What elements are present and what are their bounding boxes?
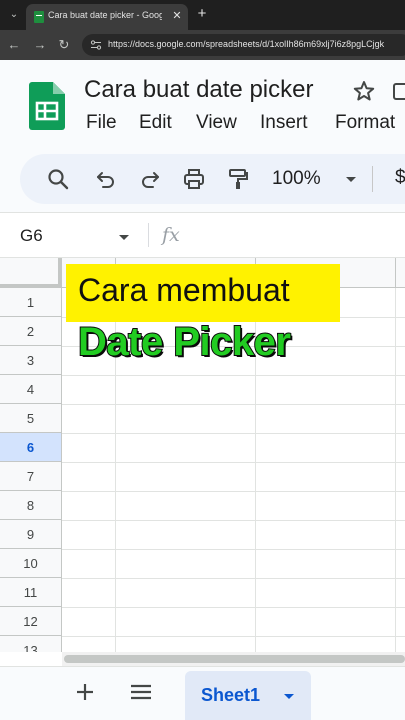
sheet-tab-dropdown-icon[interactable]: [281, 688, 297, 704]
menu-insert[interactable]: Insert: [260, 112, 308, 134]
add-sheet-icon[interactable]: [72, 679, 98, 705]
grid-line: [395, 288, 396, 652]
grid-line: [62, 462, 405, 463]
undo-icon[interactable]: [94, 167, 118, 191]
sheets-logo-icon[interactable]: [29, 82, 65, 130]
sheet-tab-label: Sheet1: [201, 685, 261, 705]
column-separator[interactable]: [395, 258, 396, 288]
new-tab-icon[interactable]: +: [194, 6, 210, 22]
paint-format-icon[interactable]: [226, 167, 250, 191]
row-header[interactable]: 8: [0, 491, 62, 520]
star-icon[interactable]: [352, 79, 376, 103]
move-folder-icon[interactable]: [392, 79, 405, 103]
row-header[interactable]: 3: [0, 346, 62, 375]
redo-icon[interactable]: [138, 167, 162, 191]
sheet-tab-sheet1[interactable]: Sheet1: [185, 671, 311, 720]
sheets-favicon-icon: [34, 11, 44, 23]
row-header[interactable]: 2: [0, 317, 62, 346]
menu-edit[interactable]: Edit: [139, 112, 172, 134]
omnibox[interactable]: https://docs.google.com/spreadsheets/d/1…: [82, 34, 405, 56]
grid-line: [62, 404, 405, 405]
row-header[interactable]: 13: [0, 636, 62, 652]
row-header[interactable]: 7: [0, 462, 62, 491]
tab-search-chevron-icon[interactable]: ⌄: [6, 6, 22, 22]
row-header[interactable]: 5: [0, 404, 62, 433]
zoom-dropdown-icon[interactable]: [340, 168, 362, 190]
grid-line: [62, 549, 405, 550]
browser-tab-strip: ⌄ Cara buat date picker - Google ✕ +: [0, 0, 405, 30]
search-icon[interactable]: [46, 167, 70, 191]
menu-format[interactable]: Format: [335, 112, 395, 134]
toolbar: 100% $: [20, 154, 405, 204]
row-header[interactable]: 9: [0, 520, 62, 549]
select-all-corner[interactable]: [0, 258, 62, 288]
toolbar-divider: [372, 166, 373, 192]
row-header[interactable]: 4: [0, 375, 62, 404]
currency-format-button[interactable]: $: [395, 167, 405, 189]
menu-file[interactable]: File: [86, 112, 117, 134]
all-sheets-menu-icon[interactable]: [128, 679, 154, 705]
row-header[interactable]: 1: [0, 288, 62, 317]
row-header-active[interactable]: 6: [0, 433, 62, 462]
row-header[interactable]: 11: [0, 578, 62, 607]
browser-tab[interactable]: Cara buat date picker - Google ✕: [26, 4, 188, 30]
tab-title: Cara buat date picker - Google: [48, 10, 162, 20]
url-text: https://docs.google.com/spreadsheets/d/1…: [108, 39, 385, 49]
screen: ⌄ Cara buat date picker - Google ✕ + ← →…: [0, 0, 405, 720]
grid-line: [62, 636, 405, 637]
grid-line: [62, 433, 405, 434]
site-info-icon[interactable]: [90, 39, 102, 51]
scrollbar-thumb[interactable]: [64, 655, 405, 663]
grid-line: [62, 520, 405, 521]
title-line-2: Date Picker: [77, 319, 292, 365]
tab-close-icon[interactable]: ✕: [170, 9, 184, 23]
grid-line: [62, 578, 405, 579]
reload-icon[interactable]: ↻: [56, 37, 72, 53]
formula-bar: G6 fx: [0, 212, 405, 258]
print-icon[interactable]: [182, 167, 206, 191]
name-box-dropdown-icon[interactable]: [116, 229, 132, 245]
row-header[interactable]: 12: [0, 607, 62, 636]
back-icon[interactable]: ←: [6, 37, 22, 53]
fx-icon: fx: [162, 224, 180, 246]
forward-icon[interactable]: →: [32, 37, 48, 53]
sheet-bar: Sheet1: [0, 666, 405, 720]
horizontal-scrollbar[interactable]: [62, 652, 405, 666]
doc-title[interactable]: Cara buat date picker: [84, 76, 344, 106]
title-line-1: Cara membuat: [78, 272, 290, 308]
name-box[interactable]: G6: [20, 226, 43, 246]
row-header[interactable]: 10: [0, 549, 62, 578]
toolbar-area: 100% $: [0, 150, 405, 212]
menu-view[interactable]: View: [196, 112, 237, 134]
grid-line: [62, 491, 405, 492]
formula-divider: [148, 223, 149, 247]
grid-line: [62, 607, 405, 608]
zoom-level[interactable]: 100%: [272, 168, 321, 190]
grid-line: [62, 375, 405, 376]
app-header: Cara buat date picker File Edit View Ins…: [0, 60, 405, 150]
title-banner: Cara membuat: [66, 264, 340, 322]
address-bar: ← → ↻ https://docs.google.com/spreadshee…: [0, 30, 405, 60]
